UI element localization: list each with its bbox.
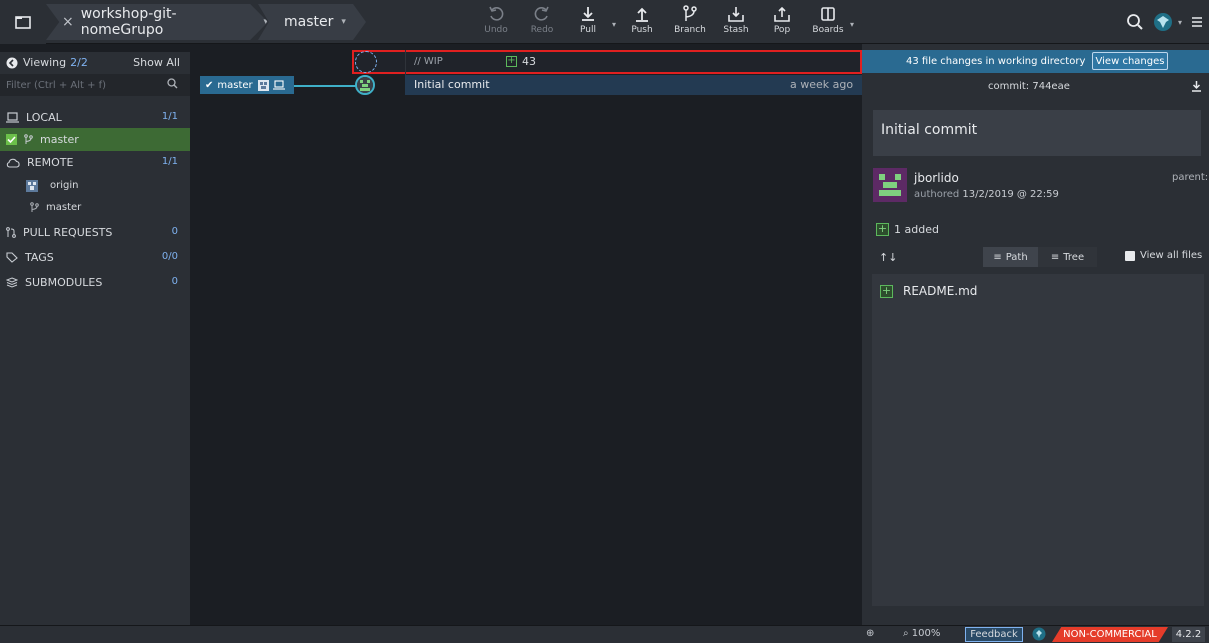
sort-icon[interactable]: ↑↓	[879, 251, 897, 264]
commit-message-box: Initial commit	[873, 110, 1201, 156]
view-changes-button[interactable]: View changes	[1092, 52, 1168, 70]
added-count: + 1 added	[876, 222, 939, 236]
laptop-icon	[272, 80, 285, 90]
stash-icon	[728, 7, 744, 22]
file-added-icon: +	[880, 283, 893, 298]
branch-connector	[294, 85, 356, 87]
status-bar	[0, 625, 1209, 643]
left-panel: Viewing 2/2 Show All Filter (Ctrl + Alt …	[0, 52, 190, 625]
repo-tab[interactable]: × workshop-git-nomeGrupo ▾	[46, 4, 268, 40]
plus-icon: +	[876, 222, 889, 236]
branch-icon	[683, 5, 697, 21]
show-all-link[interactable]: Show All	[133, 56, 180, 69]
undo-icon	[489, 6, 504, 21]
chevron-down-icon: ▾	[341, 17, 346, 27]
pull-icon	[582, 7, 594, 21]
section-pull-requests[interactable]: PULL REQUESTS 0	[0, 221, 190, 244]
branch-icon	[30, 202, 39, 212]
remote-avatar-icon	[26, 179, 38, 192]
branch-tab[interactable]: master ▾	[258, 4, 366, 40]
filter-input[interactable]: Filter (Ctrl + Alt + f)	[0, 74, 190, 96]
section-remote[interactable]: REMOTE 1/1	[0, 151, 190, 174]
search-icon[interactable]	[1126, 0, 1144, 44]
cloud-icon	[6, 158, 20, 168]
collapse-panel-icon[interactable]	[6, 57, 18, 69]
branch-label-master[interactable]: ✔ master	[200, 76, 294, 94]
author-avatar	[873, 168, 907, 202]
authored-date: authored 13/2/2019 @ 22:59	[914, 189, 1059, 200]
chevron-down-icon: ▾	[1178, 17, 1183, 27]
changes-text: 43 file changes in working directory	[906, 56, 1086, 67]
local-branch-master[interactable]: master	[0, 128, 190, 151]
pop-button[interactable]: Pop	[760, 5, 804, 41]
gitkraken-logo-icon	[1032, 627, 1046, 641]
repo-name: workshop-git-nomeGrupo	[80, 6, 177, 38]
tag-icon	[6, 252, 18, 263]
path-view-toggle[interactable]: ≡ Path	[983, 247, 1038, 267]
version-badge: 4.2.2	[1172, 627, 1205, 642]
author-name: jborlido	[914, 171, 959, 185]
zoom-level[interactable]: ⌕ 100%	[903, 628, 940, 639]
checkbox-icon	[1125, 250, 1135, 261]
commit-time: a week ago	[790, 78, 854, 91]
pull-options-chevron-icon[interactable]: ▾	[612, 20, 616, 29]
redo-button[interactable]: Redo	[520, 5, 564, 41]
viewing-count: 2/2	[70, 56, 88, 69]
pop-icon	[774, 6, 790, 22]
branch-button[interactable]: Branch	[668, 5, 712, 41]
tree-icon: ≡	[1050, 251, 1060, 263]
commit-avatar-icon[interactable]	[355, 75, 375, 95]
license-badge[interactable]: NON-COMMERCIAL	[1052, 627, 1168, 642]
menu-icon[interactable]	[1191, 0, 1203, 44]
viewing-header: Viewing 2/2 Show All	[0, 52, 190, 73]
section-local[interactable]: LOCAL 1/1	[0, 106, 190, 129]
parent-label: parent:	[1172, 172, 1209, 183]
commit-message: Initial commit	[414, 78, 490, 91]
boards-button[interactable]: Boards	[806, 5, 850, 41]
commit-graph[interactable]	[190, 44, 862, 625]
file-list	[872, 274, 1204, 606]
boards-options-chevron-icon[interactable]: ▾	[850, 20, 854, 29]
download-icon[interactable]	[1191, 80, 1202, 92]
laptop-icon	[6, 112, 19, 123]
section-submodules[interactable]: SUBMODULES 0	[0, 271, 190, 294]
wip-node-icon	[355, 51, 377, 73]
remote-origin[interactable]: origin	[0, 174, 190, 197]
wip-label: // WIP	[414, 56, 443, 67]
branch-icon	[24, 134, 33, 144]
view-all-files-checkbox[interactable]: View all files	[1125, 250, 1202, 261]
search-icon	[167, 78, 178, 89]
submodules-icon	[6, 277, 18, 288]
remote-branch-master[interactable]: master	[0, 196, 190, 219]
list-icon: ≡	[993, 251, 1002, 263]
tree-view-toggle[interactable]: ≡ Tree	[1038, 247, 1097, 267]
stash-button[interactable]: Stash	[714, 5, 758, 41]
commit-hash: commit: 744eae	[988, 81, 1070, 92]
wip-file-count: + 43	[506, 55, 536, 68]
remote-avatar-icon	[257, 79, 269, 91]
pull-button[interactable]: Pull	[566, 5, 610, 41]
undo-button[interactable]: Undo	[474, 5, 518, 41]
branch-name: master	[284, 14, 334, 30]
push-icon	[636, 7, 648, 22]
redo-icon	[534, 6, 549, 21]
feedback-button[interactable]: Feedback	[965, 627, 1023, 642]
close-repo-icon[interactable]: ×	[62, 14, 74, 30]
account-avatar-icon[interactable]: ▾	[1152, 0, 1182, 44]
boards-icon	[821, 7, 835, 21]
checkmark-icon: ✔	[205, 79, 214, 91]
plus-icon: +	[506, 55, 517, 67]
checkbox-checked-icon[interactable]	[6, 134, 17, 145]
pull-request-icon	[6, 227, 16, 238]
section-tags[interactable]: TAGS 0/0	[0, 246, 190, 269]
gift-icon[interactable]: ⊕	[866, 628, 874, 639]
zoom-icon: ⌕	[903, 628, 909, 639]
file-item[interactable]: + README.md	[880, 284, 977, 298]
push-button[interactable]: Push	[620, 5, 664, 41]
folder-icon[interactable]	[0, 0, 46, 44]
